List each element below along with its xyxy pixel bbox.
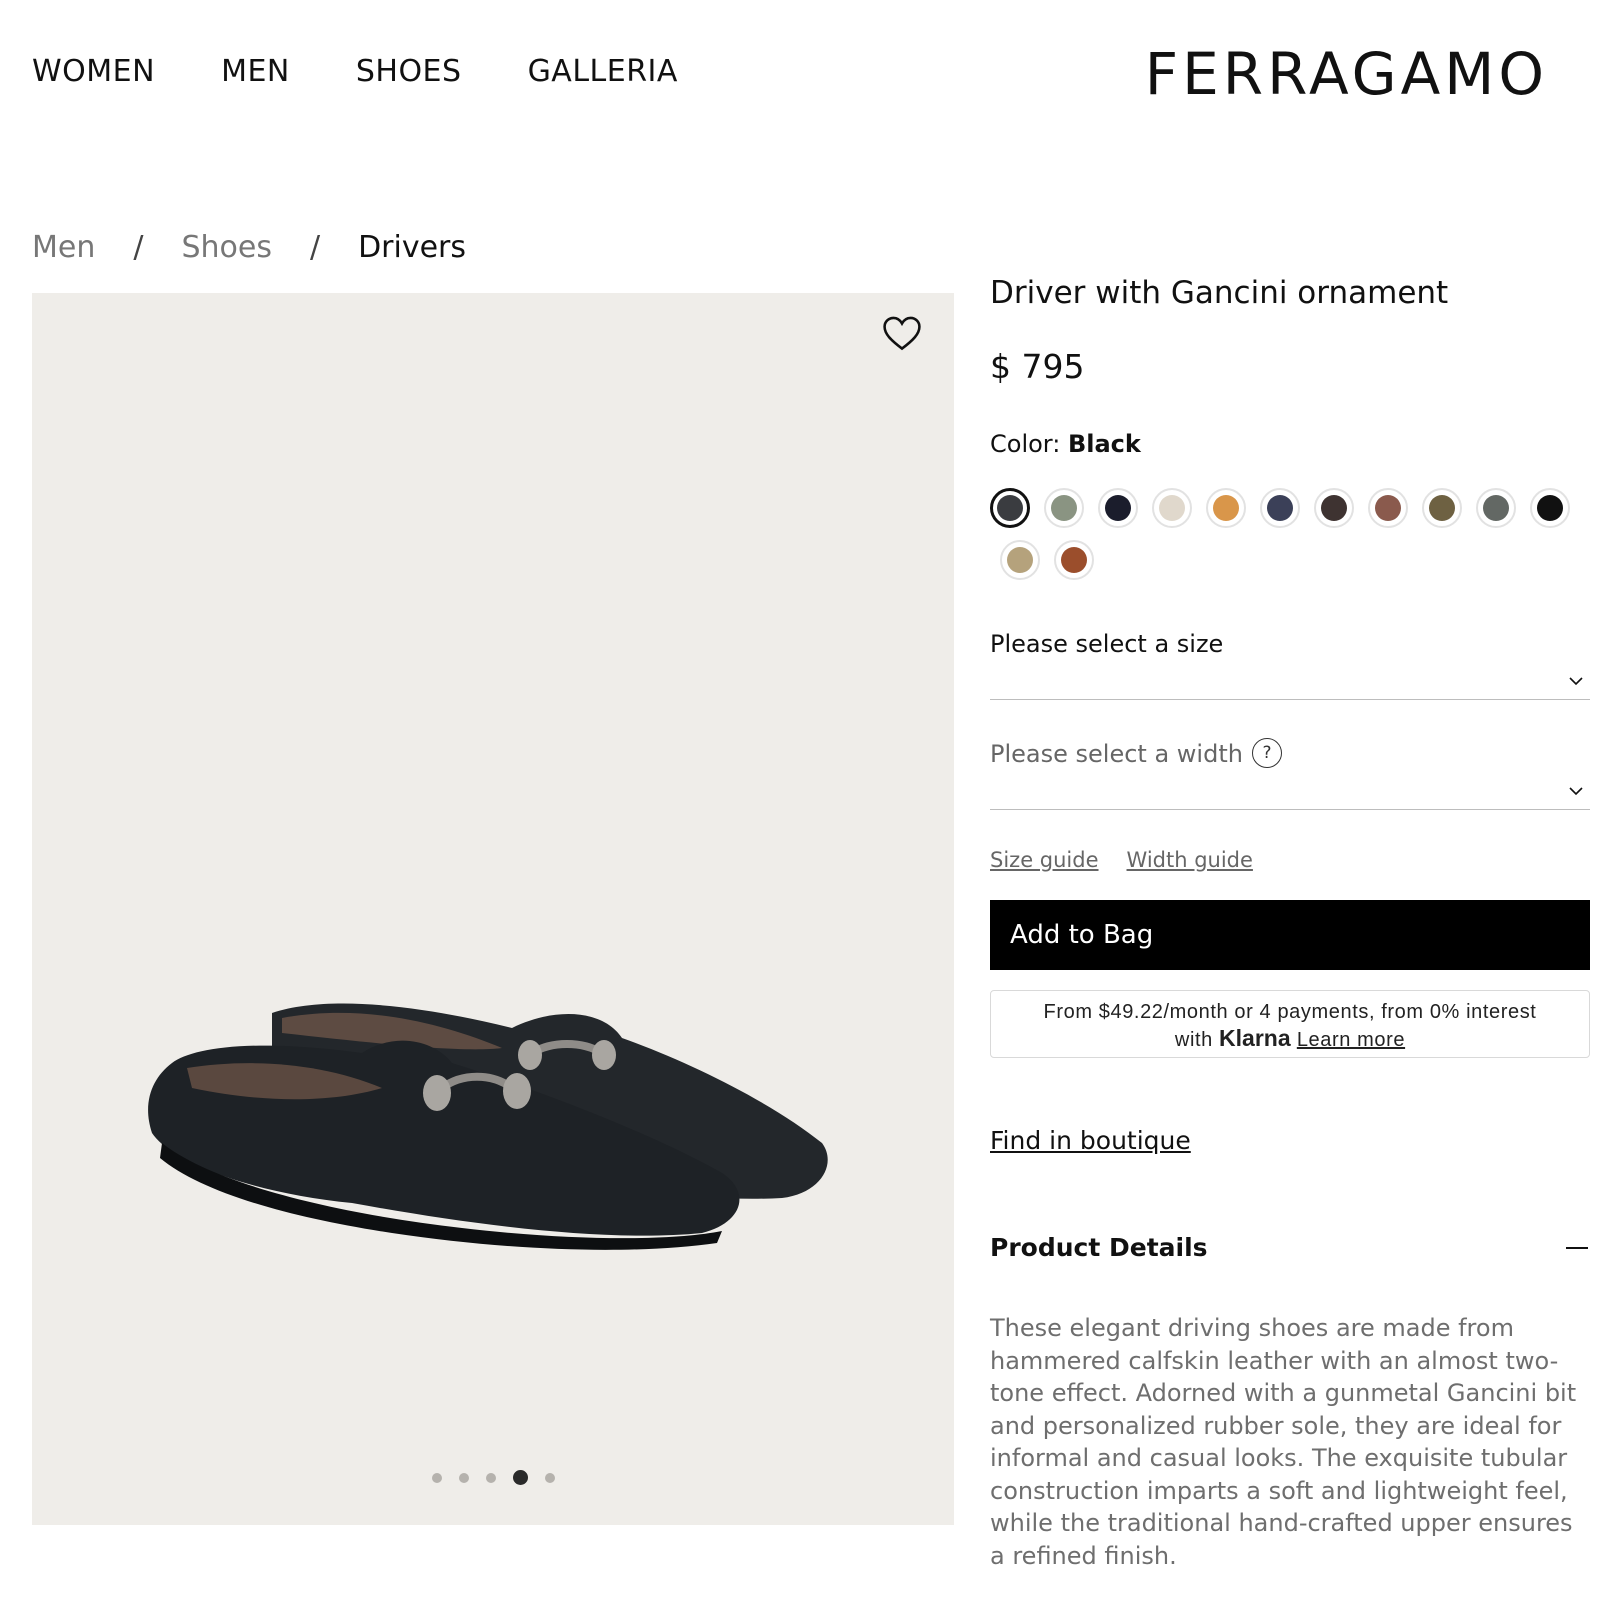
color-swatch-fill: [1267, 495, 1293, 521]
klarna-with: with: [1174, 1029, 1213, 1051]
breadcrumb-separator: /: [309, 230, 321, 265]
heart-icon[interactable]: [880, 311, 924, 355]
color-swatch-fill: [1051, 495, 1077, 521]
size-select-label: Please select a size: [990, 630, 1224, 658]
help-icon[interactable]: ?: [1252, 738, 1282, 768]
klarna-line1: From $49.22/month or 4 payments, from 0%…: [1043, 1001, 1537, 1023]
color-swatch[interactable]: [1206, 488, 1246, 528]
klarna-logo: Klarna: [1219, 1025, 1291, 1051]
collapse-icon: [1566, 1246, 1588, 1249]
breadcrumb-shoes[interactable]: Shoes: [181, 230, 272, 265]
width-guide-link[interactable]: Width guide: [1127, 848, 1253, 872]
main-nav: WOMEN MEN SHOES GALLERIA: [32, 54, 744, 89]
color-swatch[interactable]: [1476, 488, 1516, 528]
carousel-dots: [32, 1470, 954, 1485]
width-select-label: Please select a width: [990, 740, 1243, 768]
color-swatch-fill: [1061, 547, 1087, 573]
product-image: [148, 1003, 828, 1250]
color-swatch[interactable]: [1044, 488, 1084, 528]
klarna-banner: From $49.22/month or 4 payments, from 0%…: [990, 990, 1590, 1058]
nav-galleria[interactable]: GALLERIA: [528, 54, 678, 89]
breadcrumb-drivers: Drivers: [358, 230, 467, 265]
color-label: Color: Black: [990, 430, 1590, 458]
nav-women[interactable]: WOMEN: [32, 54, 155, 89]
color-swatch-fill: [1483, 495, 1509, 521]
color-swatch[interactable]: [1054, 540, 1094, 580]
chevron-down-icon: [1569, 787, 1583, 796]
klarna-learn-more-link[interactable]: Learn more: [1297, 1029, 1405, 1051]
breadcrumb-separator: /: [133, 230, 144, 265]
size-select[interactable]: Please select a size: [990, 620, 1590, 700]
add-to-bag-button[interactable]: Add to Bag: [990, 900, 1590, 970]
product-price: $ 795: [990, 347, 1085, 386]
color-swatch-fill: [1375, 495, 1401, 521]
carousel-dot[interactable]: [544, 1472, 555, 1483]
guide-links: Size guide Width guide: [990, 848, 1590, 872]
breadcrumb: Men / Shoes / Drivers: [32, 230, 466, 265]
color-swatch[interactable]: [1530, 488, 1570, 528]
color-swatch[interactable]: [1368, 488, 1408, 528]
color-swatch-fill: [1321, 495, 1347, 521]
nav-shoes[interactable]: SHOES: [356, 54, 462, 89]
breadcrumb-men[interactable]: Men: [32, 230, 95, 265]
product-gallery[interactable]: [32, 293, 954, 1525]
color-swatch-fill: [1105, 495, 1131, 521]
carousel-dot[interactable]: [485, 1472, 496, 1483]
color-swatch[interactable]: [990, 488, 1030, 528]
product-title: Driver with Gancini ornament: [990, 275, 1449, 311]
color-swatch[interactable]: [1422, 488, 1462, 528]
carousel-dot-active[interactable]: [512, 1470, 528, 1485]
color-swatch[interactable]: [1314, 488, 1354, 528]
size-guide-link[interactable]: Size guide: [990, 848, 1099, 872]
klarna-line2: with Klarna Learn more: [991, 1025, 1589, 1053]
color-swatch[interactable]: [1260, 488, 1300, 528]
width-select[interactable]: Please select a width ?: [990, 730, 1590, 810]
product-description: These elegant driving shoes are made fro…: [990, 1314, 1577, 1570]
product-details-toggle[interactable]: Product Details: [990, 1233, 1590, 1262]
color-swatch[interactable]: [1098, 488, 1138, 528]
product-info: Driver with Gancini ornament $ 795 Color…: [990, 275, 1590, 1572]
color-swatch-fill: [1537, 495, 1563, 521]
color-swatch-fill: [1159, 495, 1185, 521]
find-in-boutique-link[interactable]: Find in boutique: [990, 1126, 1191, 1155]
chevron-down-icon: [1569, 677, 1583, 686]
brand-logo[interactable]: FERRAGAMO: [1145, 40, 1548, 108]
product-details-heading: Product Details: [990, 1233, 1208, 1262]
color-swatch-fill: [997, 495, 1023, 521]
color-swatch[interactable]: [1000, 540, 1040, 580]
color-label-text: Color:: [990, 430, 1068, 458]
color-swatches: [990, 488, 1590, 592]
color-swatch-fill: [1007, 547, 1033, 573]
color-swatch[interactable]: [1152, 488, 1192, 528]
color-value: Black: [1067, 430, 1141, 458]
color-swatch-fill: [1213, 495, 1239, 521]
color-swatch-fill: [1429, 495, 1455, 521]
nav-men[interactable]: MEN: [221, 54, 290, 89]
carousel-dot[interactable]: [431, 1472, 442, 1483]
carousel-dot[interactable]: [458, 1472, 469, 1483]
